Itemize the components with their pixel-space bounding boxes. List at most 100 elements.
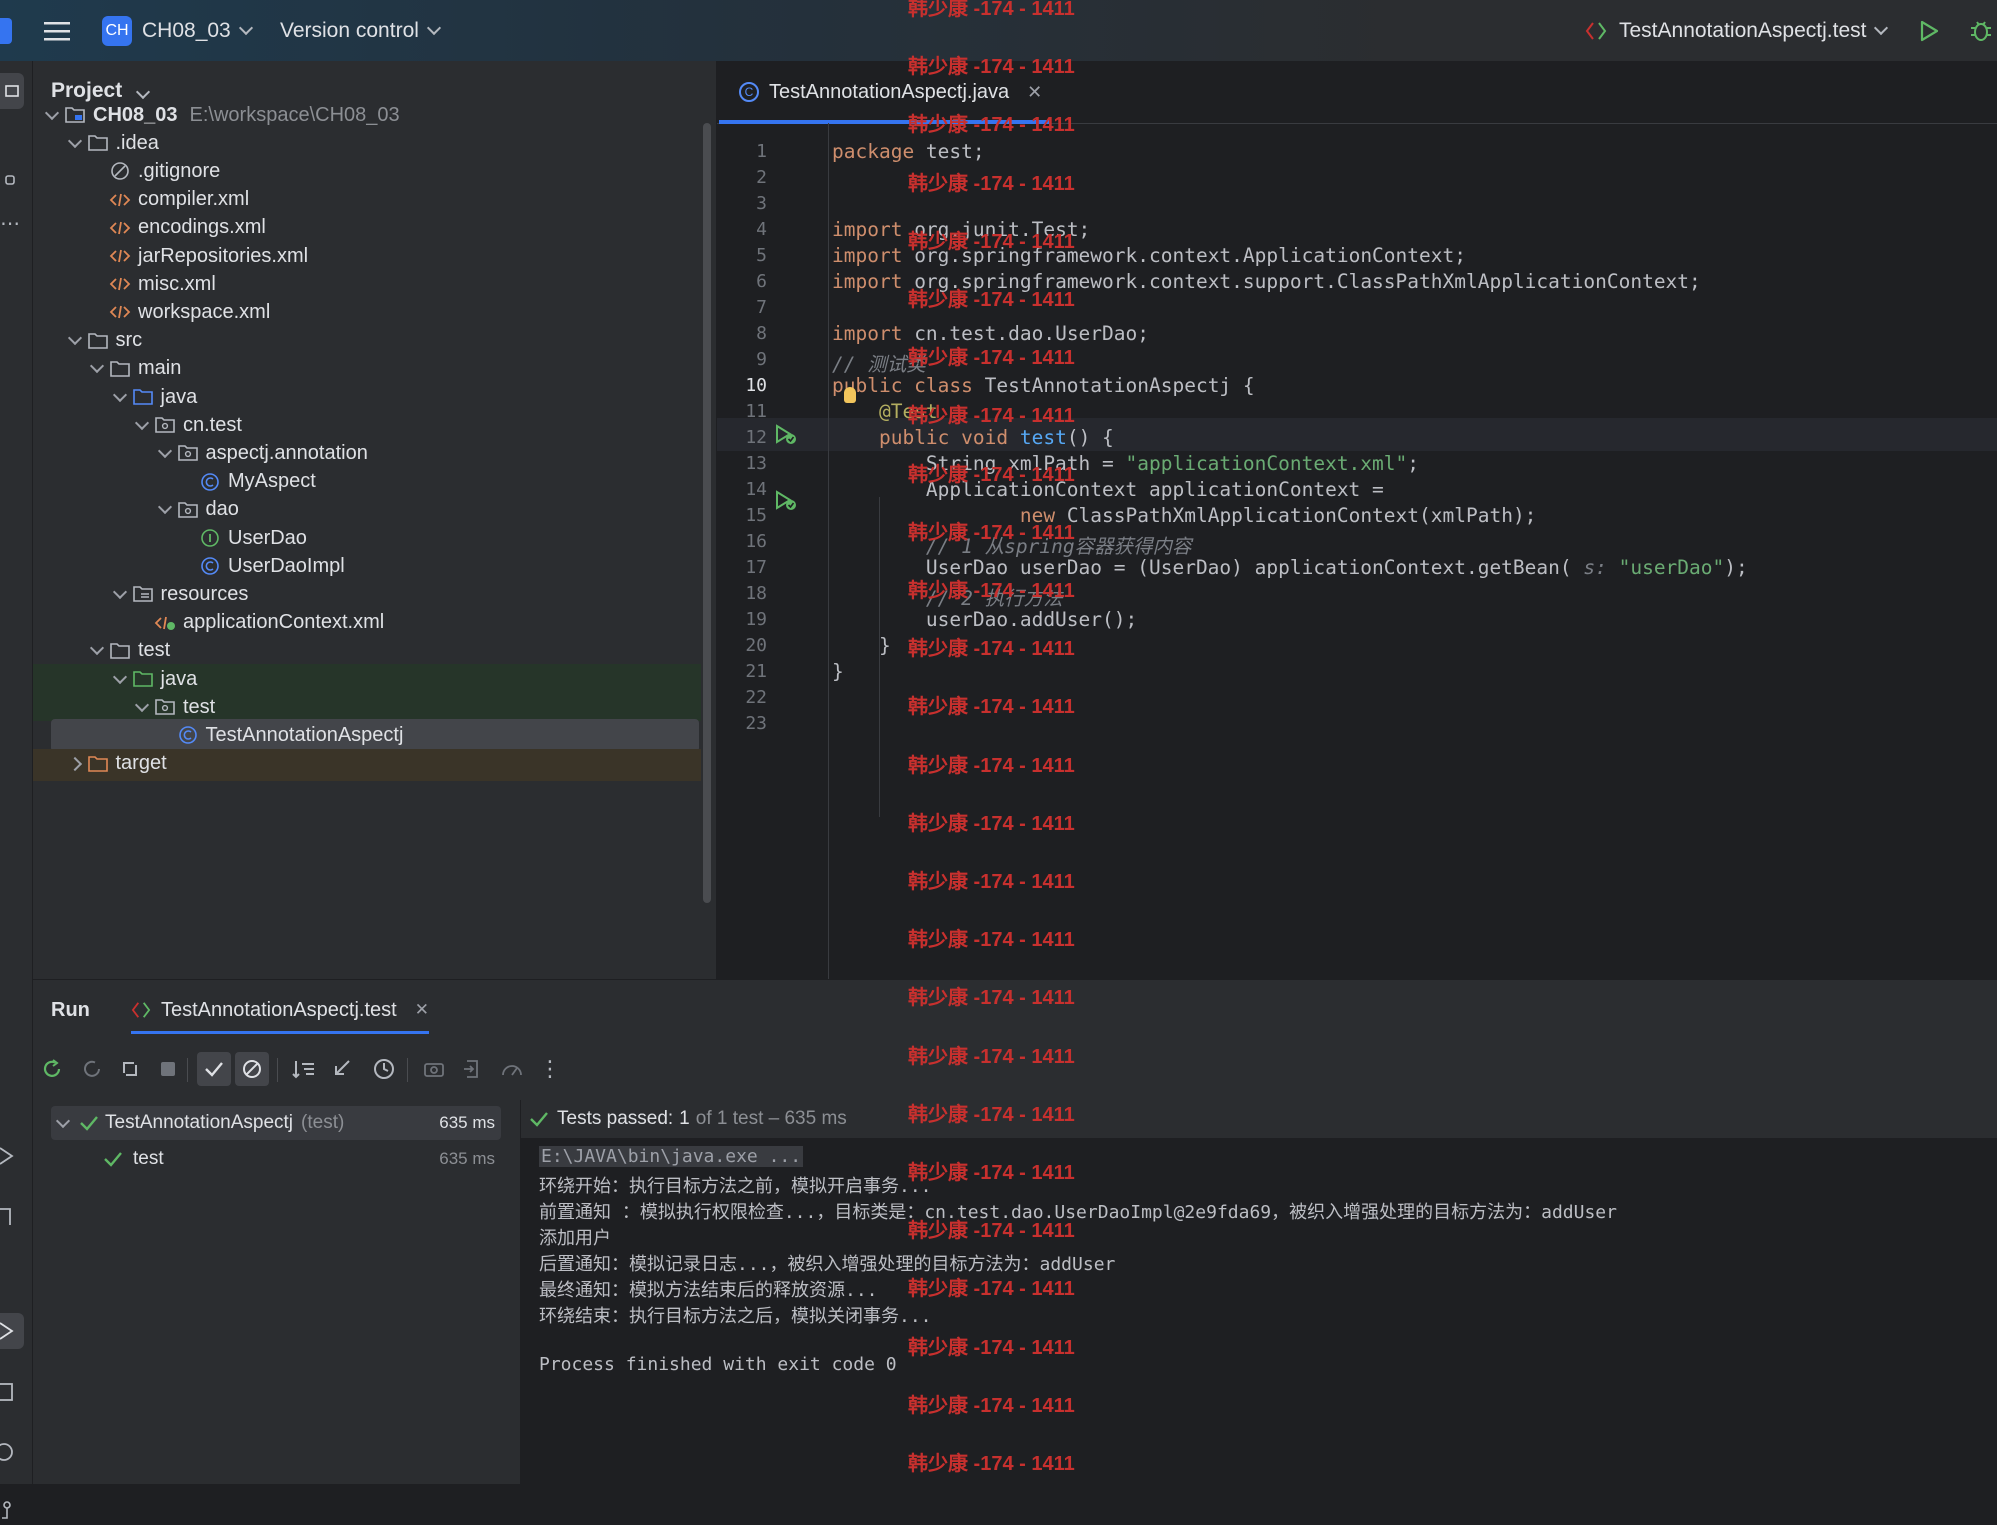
toggle-auto-test-button[interactable]: [113, 1052, 147, 1086]
services-tool-button[interactable]: [0, 1141, 20, 1171]
xml-file-icon: [108, 300, 132, 324]
project-scrollbar[interactable]: [703, 123, 711, 903]
rerun-failed-button[interactable]: [75, 1052, 109, 1086]
more-tools-button[interactable]: ⋯: [0, 211, 20, 241]
intention-bulb-icon[interactable]: [844, 387, 856, 403]
build-tool-button[interactable]: [0, 1201, 20, 1231]
chevron-right-icon[interactable]: [64, 747, 86, 781]
sort-button[interactable]: [287, 1052, 321, 1086]
code-token: new: [1019, 504, 1056, 527]
coverage-button[interactable]: [495, 1052, 529, 1086]
java-class-icon: [176, 723, 200, 747]
history-button[interactable]: [367, 1052, 401, 1086]
xml-file-icon: [108, 188, 132, 212]
ignored-icon: [243, 1060, 261, 1078]
toolbar-separator: [277, 1058, 278, 1082]
console-command-line: E:\JAVA\bin\java.exe ...: [539, 1146, 804, 1167]
tree-item[interactable]: target: [64, 747, 167, 781]
chevron-down-icon[interactable]: [86, 352, 108, 386]
code-token: // 2 执行方法: [832, 587, 1063, 610]
hamburger-icon: [44, 21, 70, 40]
test-row-suite[interactable]: TestAnnotationAspectj (test) 635 ms: [51, 1106, 501, 1140]
code-line: }: [832, 660, 844, 683]
code-line: import org.springframework.context.Appli…: [832, 244, 1466, 267]
code-line: import org.springframework.context.suppo…: [832, 270, 1701, 293]
chevron-down-icon[interactable]: [64, 126, 86, 160]
code-token: // 测试类: [832, 353, 926, 376]
console-line: 添加用户: [539, 1228, 611, 1249]
bug-icon: [1971, 20, 1991, 41]
tab-run[interactable]: Run: [51, 980, 90, 1040]
tab-run-config[interactable]: TestAnnotationAspectj.test ✕: [131, 980, 429, 1040]
commit-tool-button[interactable]: [0, 165, 20, 195]
run-toolbar: ⋮: [33, 1040, 1997, 1100]
close-icon[interactable]: ✕: [1027, 82, 1042, 103]
folder-icon: [108, 357, 132, 381]
xml-file-icon: [108, 272, 132, 296]
code-token: cn.test.dao.UserDao;: [902, 322, 1149, 345]
camera-icon: [424, 1063, 444, 1077]
active-tab-indicator: [719, 120, 1049, 124]
test-row-method[interactable]: test 635 ms: [51, 1142, 501, 1176]
coverage-icon: [502, 1065, 522, 1076]
terminal-tool-button[interactable]: [0, 1377, 20, 1407]
code-line: String xmlPath = "applicationContext.xml…: [832, 452, 1419, 475]
rerun-button[interactable]: [35, 1052, 69, 1086]
chevron-down-icon[interactable]: [109, 380, 131, 414]
chevron-down-icon[interactable]: [131, 408, 153, 442]
project-tool-button[interactable]: [0, 73, 24, 109]
export-button[interactable]: [417, 1052, 451, 1086]
more-options-button[interactable]: ⋮: [533, 1052, 567, 1086]
hammer-icon: [0, 1208, 11, 1225]
editor-tab[interactable]: C TestAnnotationAspectj.java ✕: [719, 61, 1049, 124]
chevron-down-icon[interactable]: [86, 634, 108, 668]
chevron-down-icon[interactable]: [154, 436, 176, 470]
more-icon: ⋮: [539, 1056, 561, 1081]
console-output[interactable]: Tests passed: 1 of 1 test – 635 ms E:\JA…: [521, 1100, 1997, 1484]
play-icon: [0, 1322, 14, 1340]
tool-window-stripe: ⋯: [0, 61, 33, 1519]
git-tool-button[interactable]: [0, 1495, 20, 1525]
line-number: 2: [756, 167, 767, 188]
chevron-down-icon[interactable]: [154, 493, 176, 527]
run-method-gutter-button[interactable]: [774, 490, 798, 517]
stop-button[interactable]: [151, 1052, 185, 1086]
chevron-down-icon[interactable]: [109, 662, 131, 696]
collapse-button[interactable]: [325, 1052, 359, 1086]
run-button[interactable]: [1918, 0, 1940, 61]
rerun-failed-icon: [84, 1060, 100, 1077]
tree-item-label: target: [115, 752, 167, 775]
project-switcher[interactable]: CH CH08_03: [102, 0, 253, 61]
problems-tool-button[interactable]: [0, 1437, 20, 1467]
chevron-down-icon[interactable]: [51, 1113, 75, 1128]
active-tab-indicator: [131, 1031, 429, 1034]
code-line: public class TestAnnotationAspectj {: [832, 374, 1255, 397]
debug-button[interactable]: [1968, 0, 1994, 61]
code-token: "userDao": [1618, 556, 1725, 579]
code-line: }: [832, 634, 891, 657]
run-class-gutter-button[interactable]: [774, 424, 798, 451]
line-number: 4: [756, 219, 767, 240]
run-config-selector[interactable]: TestAnnotationAspectj.test: [1585, 0, 1889, 61]
toolbar-separator: [187, 1058, 188, 1082]
editor-area: C TestAnnotationAspectj.java ✕ 123456789…: [717, 61, 1997, 979]
main-menu-button[interactable]: [44, 0, 70, 61]
show-passed-toggle[interactable]: [197, 1052, 231, 1086]
close-icon[interactable]: ✕: [415, 1000, 429, 1020]
show-ignored-toggle[interactable]: [235, 1052, 269, 1086]
chevron-down-icon[interactable]: [41, 98, 63, 132]
import-button[interactable]: [455, 1052, 489, 1086]
java-interface-icon: [198, 526, 222, 550]
chevron-down-icon[interactable]: [64, 324, 86, 358]
code-token: org.springframework.context.ApplicationC…: [902, 244, 1466, 267]
tree-item[interactable]: TestAnnotationAspectj: [154, 718, 403, 752]
chevron-down-icon[interactable]: [109, 577, 131, 611]
console-line: 前置通知 ：模拟执行权限检查...，目标类是：cn.test.dao.UserD…: [539, 1202, 1617, 1223]
spring-xml-icon: [153, 611, 177, 635]
vcs-menu[interactable]: Version control: [280, 0, 441, 61]
run-tool-button[interactable]: [0, 1313, 24, 1349]
line-number: 3: [756, 193, 767, 214]
